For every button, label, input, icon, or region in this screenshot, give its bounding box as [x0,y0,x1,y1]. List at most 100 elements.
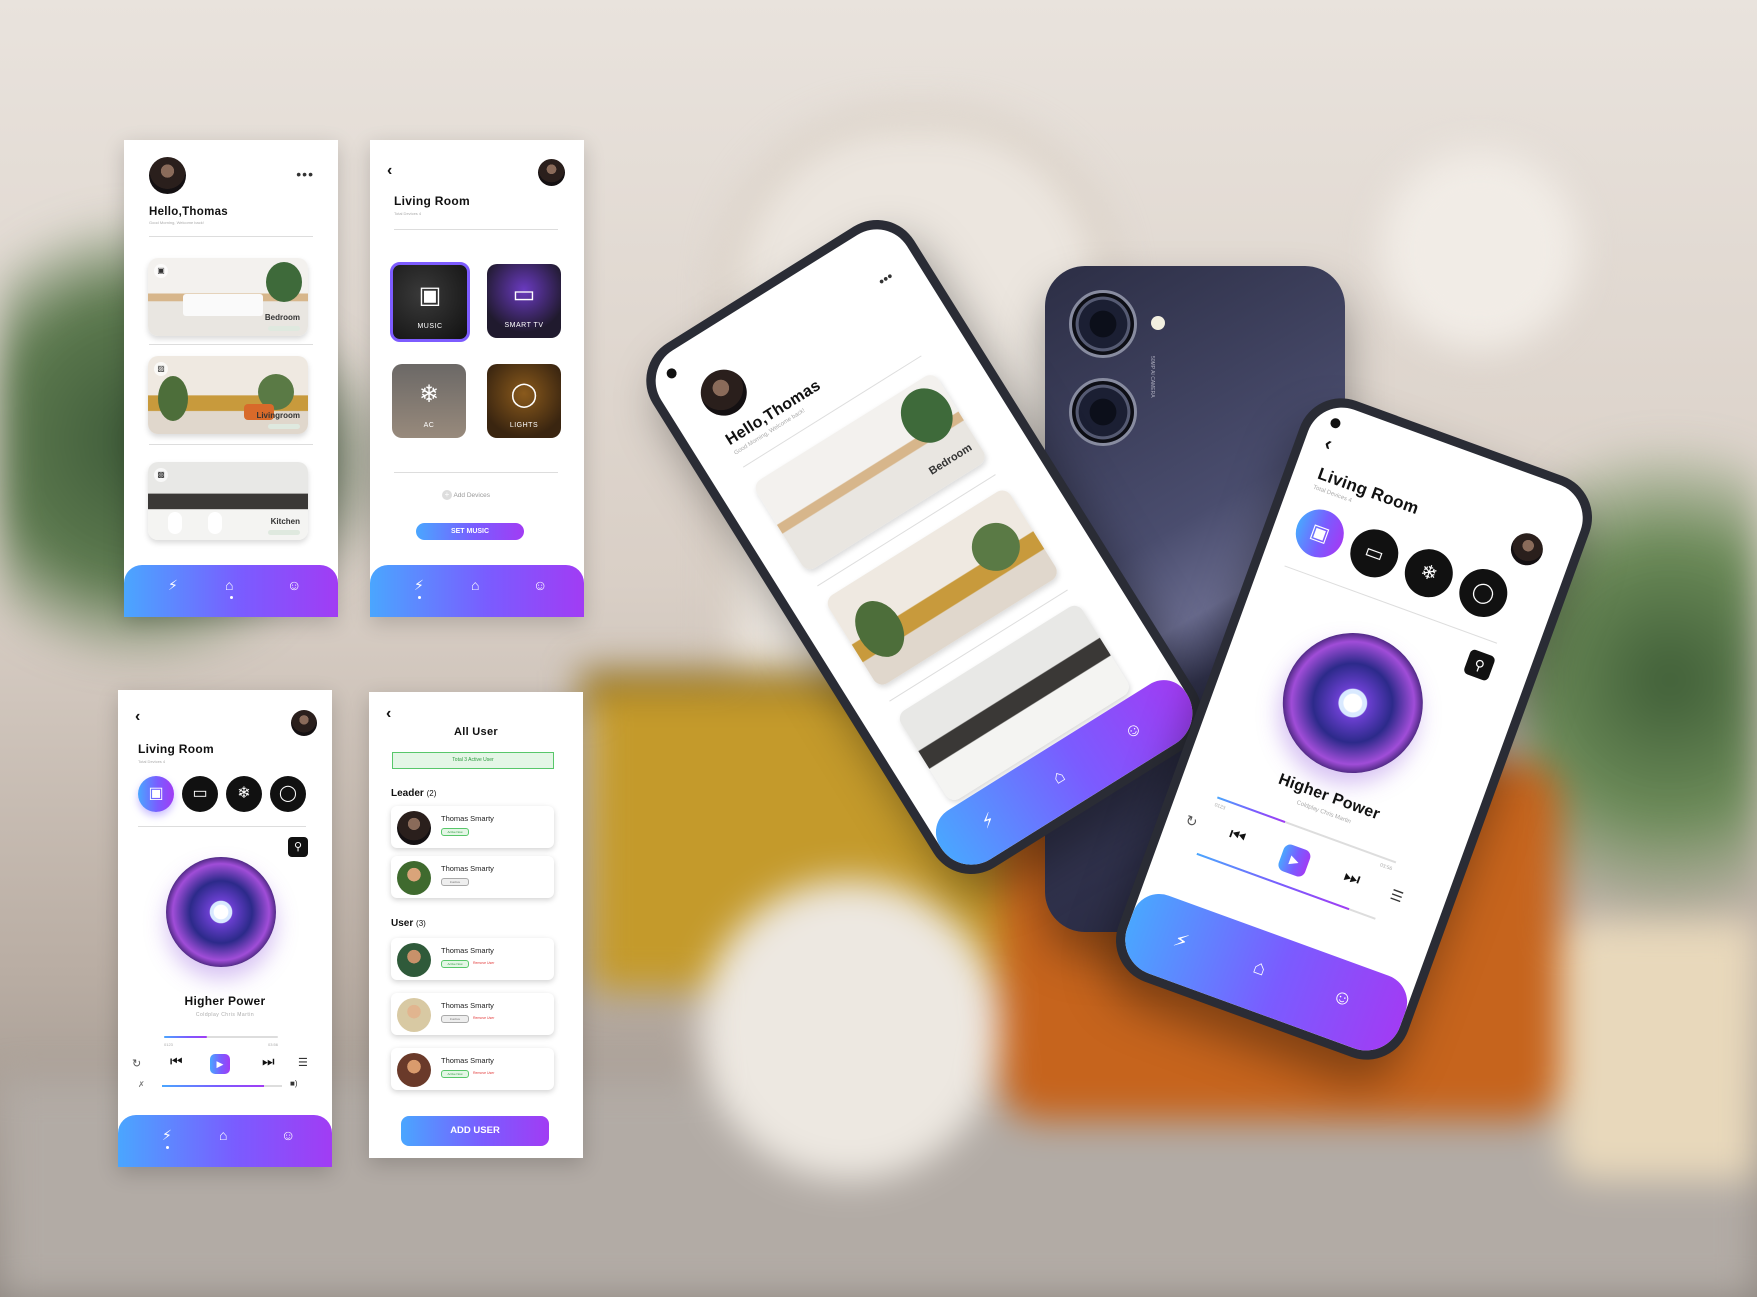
user-name: Thomas Smarty [441,1001,494,1010]
user-row[interactable]: Thomas Smarty Active Now [391,806,554,848]
device-tv-chip: ▭ [1343,522,1406,585]
status-badge: Active Now [441,1070,469,1078]
add-user-button[interactable]: ADD USER [401,1116,549,1146]
back-arrow-icon[interactable]: ‹ [386,705,391,723]
lightning-icon[interactable]: ⚡︎ [162,1127,172,1144]
back-arrow-icon: ‹ [1321,432,1336,456]
camera-lens [1069,290,1137,358]
back-arrow-icon[interactable]: ‹ [387,162,392,180]
front-camera [1329,416,1342,430]
user-icon[interactable]: ☺ [533,577,547,593]
page-title: Living Room [394,194,470,208]
avatar [397,811,431,845]
playlist-icon[interactable]: ☰ [298,1056,308,1069]
device-lights-chip[interactable]: ◯ [270,776,306,812]
user-icon[interactable]: ☺ [287,577,301,593]
bottom-nav: ⚡︎ ⌂ ☺ [118,1115,332,1167]
device-music[interactable]: ▣ MUSIC [390,262,470,342]
avatar[interactable] [538,159,565,186]
progress-bar[interactable] [164,1036,278,1038]
flash [1151,316,1165,330]
room-label: Bedroom [926,441,975,478]
status-badge [268,326,300,331]
home-icon[interactable]: ⌂ [471,577,479,593]
user-row[interactable]: Thomas Smarty Inactive Remove User [391,993,554,1035]
leader-heading: Leader (2) [391,788,437,799]
snowflake-icon: ❄ [237,785,251,802]
device-tv-chip[interactable]: ▭ [182,776,218,812]
volume-slider[interactable] [162,1085,282,1087]
user-name: Thomas Smarty [441,814,494,823]
page-title: All User [454,726,498,738]
volume-icon[interactable]: ■) [290,1079,298,1088]
device-smart-tv[interactable]: ▭ SMART TV [487,264,561,338]
remove-user-button[interactable]: Remove User [473,1016,494,1020]
avatar[interactable] [291,710,317,736]
device-music-chip[interactable]: ▣ [138,776,174,812]
play-button[interactable]: ▶ [210,1054,230,1074]
bulb-icon: ◯ [279,785,297,802]
bottom-nav: ⚡︎ ⌂ ☺ [124,565,338,617]
camera-lens [1069,378,1137,446]
next-icon[interactable]: ⏭︎ [262,1053,275,1070]
lightning-icon[interactable]: ⚡︎ [168,577,178,594]
user-row[interactable]: Thomas Smarty Inactive [391,856,554,898]
back-arrow-icon[interactable]: ‹ [135,708,140,726]
set-music-button[interactable]: SET MUSIC [416,523,524,540]
user-icon: ☺ [1329,984,1356,1013]
device-music-chip: ▣ [1289,502,1351,565]
user-row[interactable]: Thomas Smarty Active Now Remove User [391,1048,554,1090]
user-name: Thomas Smarty [441,946,494,955]
user-icon[interactable]: ☺ [281,1127,295,1143]
bulb-icon: ◯ [1469,578,1498,608]
speaker-icon: ▣ [148,785,164,802]
home-icon[interactable]: ⌂ [225,577,233,593]
mute-icon[interactable]: ✗ [138,1080,145,1089]
remove-user-button[interactable]: Remove User [473,1071,494,1075]
previous-icon[interactable]: ⏮︎ [170,1053,183,1070]
remove-user-button[interactable]: Remove User [473,961,494,965]
album-art [1263,613,1443,793]
device-ac-chip[interactable]: ❄ [226,776,262,812]
song-title: Higher Power [184,994,266,1008]
time-elapsed: 0123 [1213,802,1227,812]
playlist-icon: ☰ [1388,886,1406,906]
time-elapsed: 0123 [164,1042,173,1047]
lightning-icon[interactable]: ⚡︎ [414,577,424,594]
page-title: Living Room [138,742,214,756]
time-total: 03:56 [268,1042,279,1047]
active-users-banner: Total 3 Active User [392,752,554,769]
greeting: Hello,Thomas [149,206,229,218]
play-button: ▶ [1276,842,1313,879]
avatar[interactable] [149,157,186,194]
snowflake-icon: ❄ [418,381,440,408]
page-subtitle: Total Devices 4 [138,759,166,764]
user-row[interactable]: Thomas Smarty Active Now Remove User [391,938,554,980]
tv-icon: ▭ [1361,539,1387,567]
repeat-icon[interactable]: ↻ [132,1057,141,1070]
home-icon[interactable]: ⌂ [219,1127,227,1143]
room-card-bedroom[interactable]: ▣ Bedroom [148,258,308,336]
device-lights[interactable]: ◯ LIGHTS [487,364,561,438]
front-camera [664,366,679,381]
search-icon[interactable]: ⚲ [288,837,308,857]
sofa-icon: ▨ [154,362,168,376]
more-options-icon[interactable]: ••• [296,166,314,182]
artist-name: Coldplay Chris Martin [195,1012,255,1018]
repeat-icon: ↻ [1183,811,1200,831]
home-icon: ⌂ [1250,955,1270,981]
more-options-icon: ••• [875,267,897,290]
avatar [692,360,756,425]
room-card-livingroom[interactable]: ▨ Livingroom [148,356,308,434]
avatar [397,943,431,977]
home-icon: ⌂ [1048,765,1069,788]
device-ac[interactable]: ❄ AC [392,364,466,438]
plus-icon: + [442,490,452,500]
add-devices-button[interactable]: + Add Devices [442,490,490,500]
avatar [397,998,431,1032]
status-badge [268,530,300,535]
room-card-kitchen[interactable]: ▩ Kitchen [148,462,308,540]
bed-icon: ▣ [154,264,168,278]
user-heading: User (3) [391,918,426,929]
avatar [397,861,431,895]
